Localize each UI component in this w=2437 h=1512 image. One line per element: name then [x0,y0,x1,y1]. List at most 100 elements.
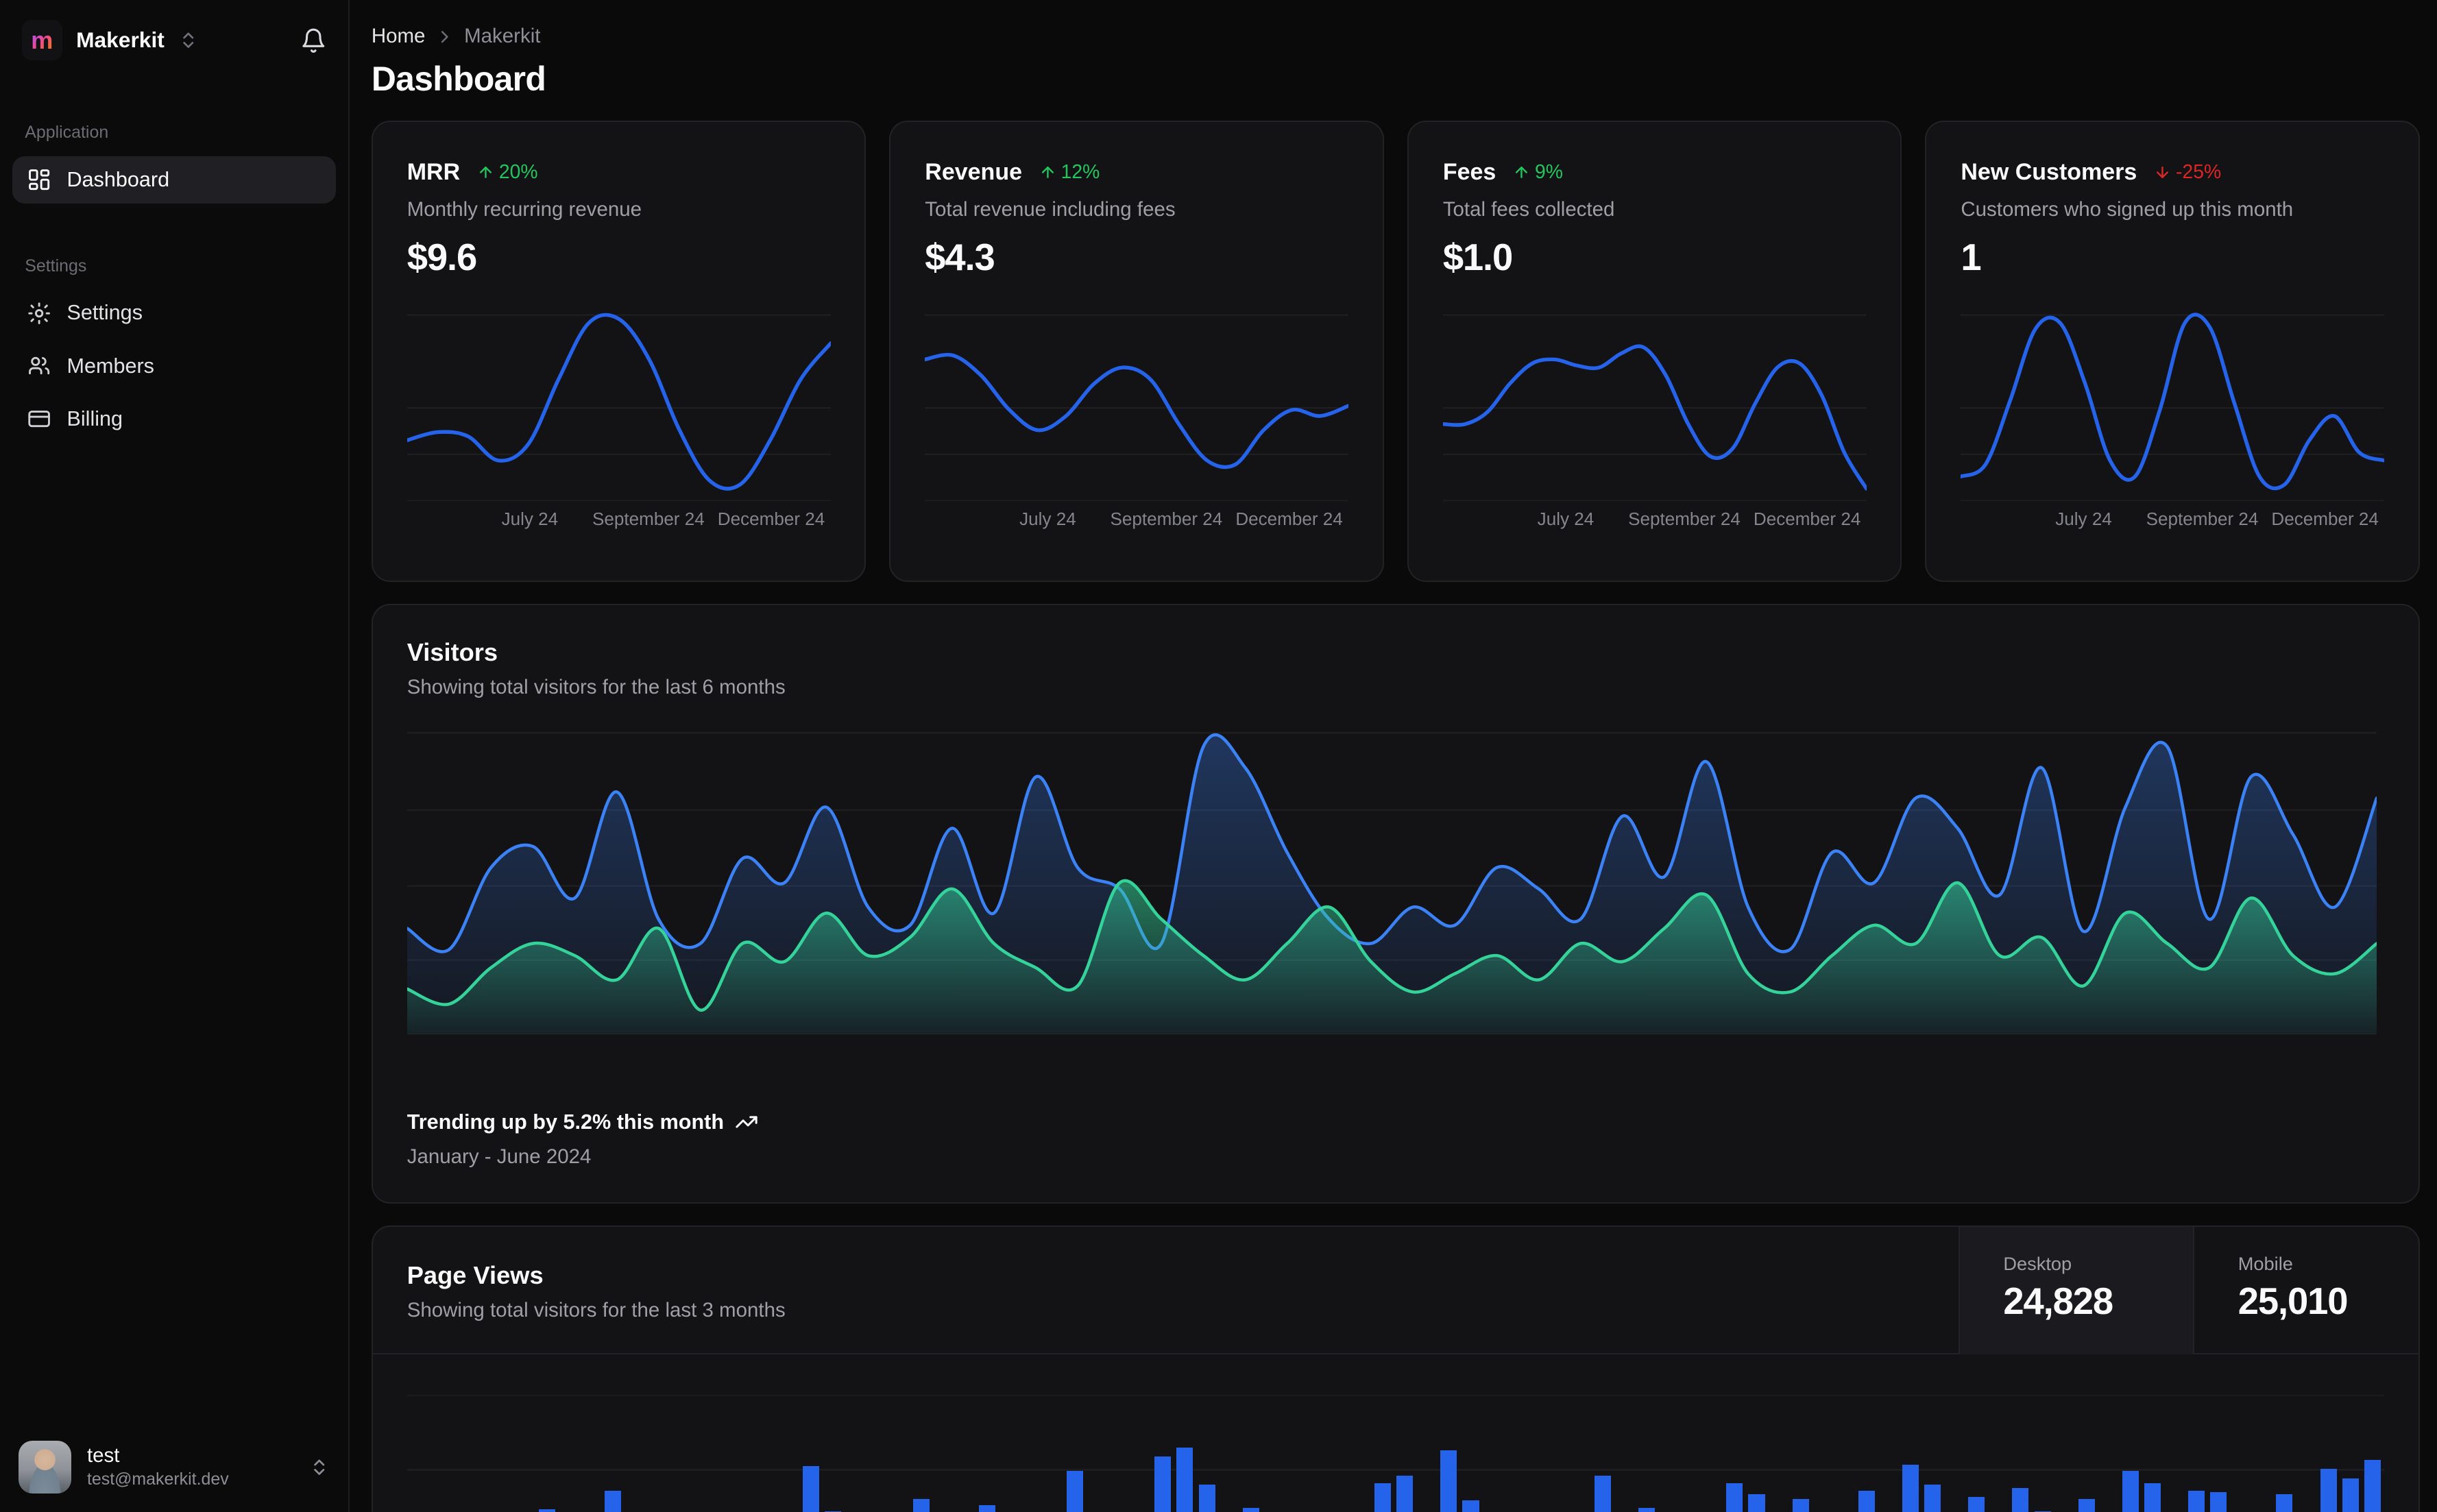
stat-change-badge: 9% [1513,161,1563,184]
user-menu[interactable]: test test@makerkit.dev [0,1425,348,1512]
toggle-desktop-label: Desktop [2003,1253,2072,1275]
stat-title: MRR [407,159,461,186]
page-title: Dashboard [371,60,546,99]
visitors-subtitle: Showing total visitors for the last 6 mo… [407,676,786,699]
x-tick: July 24 [2055,509,2112,530]
sidebar-section-application: Application [25,123,109,143]
stat-cards-row: MRR 20% Monthly recurring revenue $9.6 J… [371,120,2421,583]
visitors-card: Visitors Showing total visitors for the … [371,603,2421,1204]
arrow-up-icon [1513,164,1530,181]
sidebar-item-dashboard[interactable]: Dashboard [12,156,336,204]
user-email: test@makerkit.dev [86,1470,229,1489]
bar [1176,1447,1193,1512]
user-name: test [86,1444,120,1467]
stat-change-badge: 20% [477,161,538,184]
sidebar-item-members[interactable]: Members [12,343,336,389]
bar [1726,1483,1743,1512]
stat-description: Monthly recurring revenue [407,198,642,221]
bar [1792,1498,1809,1512]
bar [605,1491,622,1512]
revenue-sparkline-chart [923,299,1350,502]
mrr-sparkline-chart [404,299,833,502]
stat-change-value: 12% [1060,161,1100,184]
x-tick: December 24 [717,509,825,530]
sidebar-item-label: Dashboard [66,167,170,191]
stat-card-new-customers: New Customers -25% Customers who signed … [1925,120,2421,583]
page-views-subtitle: Showing total visitors for the last 3 mo… [407,1299,786,1322]
sidebar-item-label: Members [66,354,154,378]
x-tick: December 24 [2271,509,2379,530]
sidebar-item-label: Billing [66,406,123,430]
trending-up-icon [735,1110,758,1134]
bar [912,1498,930,1512]
bar [1594,1475,1611,1512]
x-tick: September 24 [592,509,705,530]
chevrons-up-down-icon [178,30,198,50]
stat-card-revenue: Revenue 12% Total revenue including fees… [889,120,1384,583]
stat-value: $4.3 [925,236,995,278]
workspace-name: Makerkit [76,27,165,53]
bar [1242,1508,1259,1512]
bar [2078,1498,2095,1512]
sidebar-item-settings[interactable]: Settings [12,290,336,337]
arrow-up-icon [477,164,494,181]
toggle-mobile[interactable]: Mobile 25,010 [2193,1226,2418,1354]
bar [1858,1491,1875,1512]
arrow-down-icon [2154,164,2171,181]
bar [1374,1483,1392,1512]
toggle-desktop[interactable]: Desktop 24,828 [1958,1226,2194,1354]
stat-value: 1 [1961,236,1981,278]
bar [2144,1483,2161,1512]
stat-change-badge: 12% [1039,161,1100,184]
new-customers-sparkline-chart [1959,299,2386,502]
sidebar-section-settings: Settings [25,256,87,276]
stat-card-mrr: MRR 20% Monthly recurring revenue $9.6 J… [371,120,866,583]
x-tick: July 24 [1019,509,1076,530]
bar [1748,1493,1765,1512]
stat-title: Fees [1442,159,1496,186]
users-icon [27,354,51,378]
visitors-title: Visitors [407,637,498,666]
chevrons-up-down-icon [309,1457,329,1477]
stat-title: Revenue [925,159,1022,186]
x-tick: September 24 [1628,509,1741,530]
x-tick: July 24 [501,509,559,530]
page-views-bar-chart [407,1354,2384,1512]
stat-title: New Customers [1961,159,2137,186]
bar [978,1504,995,1512]
stat-change-value: 20% [498,161,538,184]
breadcrumb-current[interactable]: Makerkit [464,25,540,48]
main-content: Home Makerkit Dashboard MRR 20% Monthly … [351,0,2437,1512]
credit-card-icon [27,406,51,431]
page-views-title: Page Views [407,1260,544,1289]
stat-description: Customers who signed up this month [1961,198,2294,221]
toggle-mobile-label: Mobile [2238,1253,2293,1275]
visitors-footer: Trending up by 5.2% this month January -… [407,1110,758,1169]
brand-logo-letter: m [31,25,53,54]
page-views-header: Page Views Showing total visitors for th… [372,1226,2419,1354]
stat-change-value: 9% [1534,161,1563,184]
brand-logo: m [21,20,62,61]
sparkline-x-axis: July 24 September 24 December 24 [1443,509,1867,533]
sidebar-item-billing[interactable]: Billing [12,395,336,442]
bar [1440,1450,1457,1512]
sparkline-x-axis: July 24 September 24 December 24 [1961,509,2384,533]
sparkline-x-axis: July 24 September 24 December 24 [407,509,831,533]
bar [1396,1475,1414,1512]
sparkline-x-axis: July 24 September 24 December 24 [925,509,1348,533]
sidebar: m Makerkit Application Dashboard Setting… [0,0,350,1512]
gear-icon [27,301,51,326]
bar [1968,1497,1985,1512]
breadcrumb-home-link[interactable]: Home [372,25,426,48]
bar [803,1465,820,1512]
bar [2122,1470,2139,1512]
bar [2320,1469,2337,1512]
bell-icon[interactable] [300,27,327,54]
toggle-desktop-value: 24,828 [2003,1280,2113,1323]
bar [1067,1470,1084,1512]
stat-value: $9.6 [407,236,477,278]
visitors-trend-text: Trending up by 5.2% this month [407,1110,725,1134]
workspace-selector[interactable]: m Makerkit [0,0,348,81]
x-tick: December 24 [1235,509,1343,530]
toggle-mobile-value: 25,010 [2238,1280,2349,1323]
